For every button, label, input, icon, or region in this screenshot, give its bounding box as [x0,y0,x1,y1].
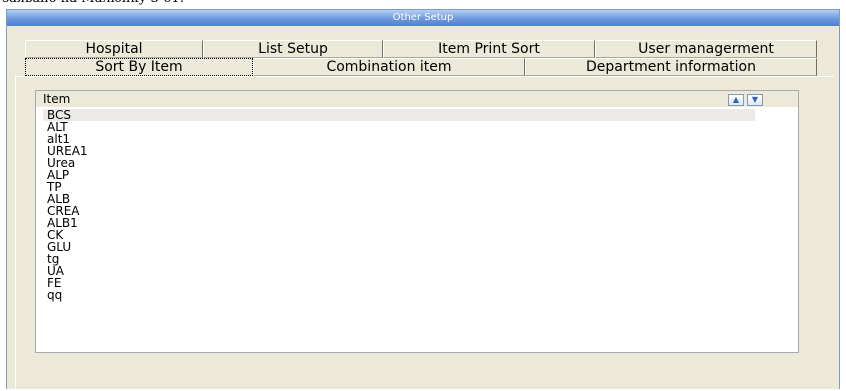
page-caption: заявано на Малюнку 3-61: [0,0,846,9]
move-up-button[interactable]: ▲ [728,94,744,106]
tab-row-2: Sort By Item Combination item Department… [25,58,817,76]
other-setup-window: Other Setup Hospital List Setup Item Pri… [6,9,840,391]
list-item[interactable]: ALP [43,169,755,181]
move-down-button[interactable]: ▼ [747,94,763,106]
arrow-down-icon: ▼ [751,95,759,104]
list-item[interactable]: ALB [43,193,755,205]
list-item[interactable]: UA [43,265,755,277]
tab-sort-by-item[interactable]: Sort By Item [25,58,253,76]
tab-item-print-sort[interactable]: Item Print Sort [383,40,595,58]
list-item[interactable]: tg [43,253,755,265]
list-item[interactable]: UREA1 [43,145,755,157]
list-item[interactable]: CREA [43,205,755,217]
list-item[interactable]: Urea [43,157,755,169]
tab-combination-item[interactable]: Combination item [253,58,525,76]
list-item[interactable]: qq [43,289,755,301]
list-item[interactable]: ALT [43,121,755,133]
tab-hospital[interactable]: Hospital [25,40,203,58]
tab-department-information[interactable]: Department information [525,58,817,76]
list-item[interactable]: BCS [43,109,755,121]
list-item[interactable]: CK [43,229,755,241]
tab-list-setup[interactable]: List Setup [203,40,383,58]
tab-user-management[interactable]: User managerment [595,40,817,58]
list-item[interactable]: alt1 [43,133,755,145]
arrow-up-icon: ▲ [732,95,740,104]
list-header-label: Item [43,92,71,106]
list-item[interactable]: ALB1 [43,217,755,229]
list-item[interactable]: TP [43,181,755,193]
list-item[interactable]: FE [43,277,755,289]
list-item[interactable]: GLU [43,241,755,253]
item-list[interactable]: Item ▲ ▼ BCS ALT alt1 UREA1 Urea ALP TP … [35,90,799,353]
window-title: Other Setup [7,10,839,26]
tab-row-1: Hospital List Setup Item Print Sort User… [25,40,817,58]
list-header: Item ▲ ▼ [36,91,798,107]
list-items: BCS ALT alt1 UREA1 Urea ALP TP ALB CREA … [43,109,755,301]
